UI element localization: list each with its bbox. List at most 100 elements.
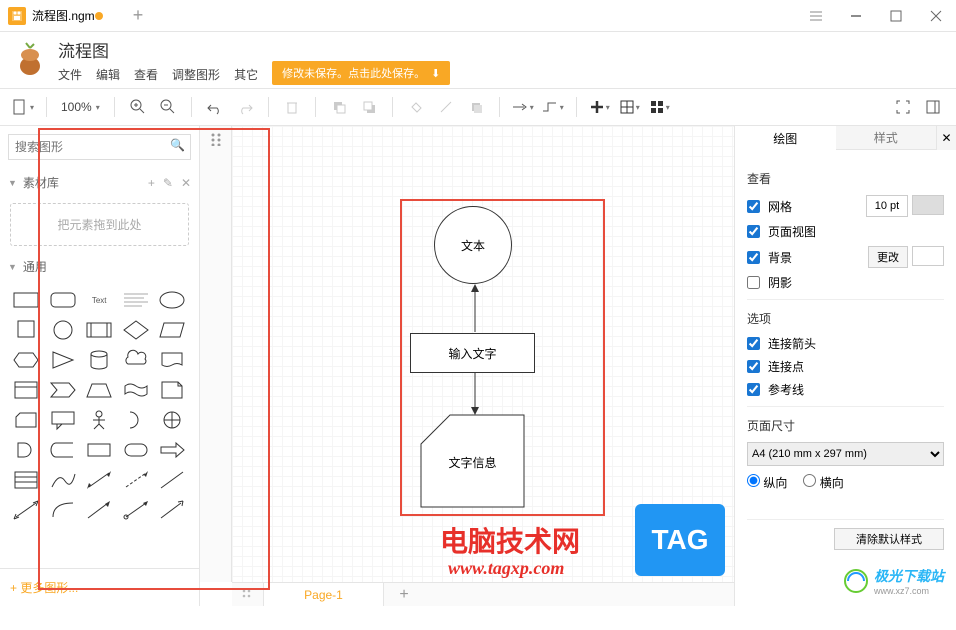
add-page-button[interactable]: + xyxy=(384,583,424,606)
shape-arrow-thin[interactable] xyxy=(83,497,115,523)
insert-button[interactable] xyxy=(587,94,613,120)
shape-circle[interactable] xyxy=(47,317,79,343)
shape-diamond[interactable] xyxy=(120,317,152,343)
shape-callout[interactable] xyxy=(47,407,79,433)
menu-edit[interactable]: 编辑 xyxy=(96,66,120,83)
shape-and[interactable] xyxy=(10,437,42,463)
shape-cloud[interactable] xyxy=(120,347,152,373)
shape-trapezoid[interactable] xyxy=(83,377,115,403)
menu-view[interactable]: 查看 xyxy=(134,66,158,83)
edit-library-icon[interactable]: ✎ xyxy=(163,176,173,190)
canvas-rect-node[interactable]: 输入文字 xyxy=(410,333,535,373)
library-section[interactable]: ▼ 素材库 + ✎ ✕ xyxy=(0,168,199,197)
shape-container[interactable] xyxy=(10,377,42,403)
shape-or[interactable] xyxy=(156,407,188,433)
tab-style[interactable]: 样式 xyxy=(836,126,937,150)
menu-file[interactable]: 文件 xyxy=(58,66,82,83)
shape-roundrect2[interactable] xyxy=(120,437,152,463)
canvas-hex-node[interactable]: 文字信息 xyxy=(420,414,525,511)
menu-icon[interactable] xyxy=(796,2,836,30)
shape-ellipse[interactable] xyxy=(156,287,188,313)
tab-name[interactable]: 流程图.ngm xyxy=(32,7,95,24)
shape-arc[interactable] xyxy=(47,497,79,523)
more-shapes-button[interactable]: + 更多图形... xyxy=(0,568,199,606)
drop-zone[interactable]: 把元素拖到此处 xyxy=(10,203,189,246)
landscape-radio-label[interactable]: 横向 xyxy=(803,474,843,491)
general-section[interactable]: ▼ 通用 xyxy=(0,252,199,281)
close-button[interactable] xyxy=(916,2,956,30)
canvas-circle-node[interactable]: 文本 xyxy=(434,206,512,284)
grid-color-swatch[interactable] xyxy=(912,195,944,215)
shape-roundrect[interactable] xyxy=(47,287,79,313)
maximize-button[interactable] xyxy=(876,2,916,30)
portrait-radio[interactable] xyxy=(747,474,760,487)
shape-rect[interactable] xyxy=(10,287,42,313)
shape-text[interactable]: Text xyxy=(83,287,115,313)
shape-note[interactable] xyxy=(156,377,188,403)
shape-rect2[interactable] xyxy=(83,437,115,463)
redo-button[interactable] xyxy=(232,94,258,120)
guide-checkbox[interactable] xyxy=(747,383,760,396)
page-setup-button[interactable] xyxy=(10,94,36,120)
outline-toggle[interactable] xyxy=(200,126,232,582)
bg-checkbox[interactable] xyxy=(747,251,760,264)
shape-actor[interactable] xyxy=(83,407,115,433)
page-size-select[interactable]: A4 (210 mm x 297 mm) xyxy=(747,442,944,466)
shape-arrow-bi[interactable] xyxy=(83,467,115,493)
shape-list[interactable] xyxy=(10,467,42,493)
shape-cylinder[interactable] xyxy=(83,347,115,373)
shape-tape[interactable] xyxy=(120,377,152,403)
shape-datastore[interactable] xyxy=(47,437,79,463)
table-button[interactable] xyxy=(617,94,643,120)
shape-arrow-big[interactable] xyxy=(156,437,188,463)
close-library-icon[interactable]: ✕ xyxy=(181,176,191,190)
waypoint-button[interactable] xyxy=(540,94,566,120)
canvas[interactable]: 文本 输入文字 文字信息 电脑技术网 www.tagxp.com TAG Pag… xyxy=(200,126,734,606)
grid-size-input[interactable] xyxy=(866,195,908,217)
conn-point-checkbox[interactable] xyxy=(747,360,760,373)
shape-card[interactable] xyxy=(10,407,42,433)
canvas-arrow-1[interactable] xyxy=(470,284,480,334)
shape-triangle[interactable] xyxy=(47,347,79,373)
zoom-out-button[interactable] xyxy=(155,94,181,120)
pageview-checkbox[interactable] xyxy=(747,225,760,238)
connector-button[interactable] xyxy=(510,94,536,120)
format-panel-button[interactable] xyxy=(920,94,946,120)
shadow-checkbox[interactable] xyxy=(747,276,760,289)
canvas-arrow-2[interactable] xyxy=(470,373,480,415)
clear-default-button[interactable]: 清除默认样式 xyxy=(834,528,944,550)
minimize-button[interactable] xyxy=(836,2,876,30)
add-library-icon[interactable]: + xyxy=(148,176,155,190)
add-tab-button[interactable]: + xyxy=(123,5,154,26)
grid-checkbox[interactable] xyxy=(747,200,760,213)
shape-line-bi[interactable] xyxy=(10,497,42,523)
menu-adjust[interactable]: 调整图形 xyxy=(172,66,220,83)
bg-change-button[interactable]: 更改 xyxy=(868,246,908,268)
shape-link[interactable] xyxy=(120,497,152,523)
grid-button[interactable] xyxy=(647,94,673,120)
search-input[interactable] xyxy=(8,134,191,160)
shape-arrow-out[interactable] xyxy=(156,497,188,523)
landscape-radio[interactable] xyxy=(803,474,816,487)
save-banner[interactable]: 修改未保存。点击此处保存。 ⬇ xyxy=(272,61,450,85)
shape-para[interactable] xyxy=(120,287,152,313)
portrait-radio-label[interactable]: 纵向 xyxy=(747,474,787,491)
shape-halfcircle-right[interactable] xyxy=(120,407,152,433)
tab-draw[interactable]: 绘图 xyxy=(735,126,836,150)
page-tab-1[interactable]: Page-1 xyxy=(264,583,384,606)
zoom-level[interactable]: 100%▾ xyxy=(57,100,104,114)
conn-arrow-checkbox[interactable] xyxy=(747,337,760,350)
shadow-button[interactable] xyxy=(463,94,489,120)
line-color-button[interactable] xyxy=(433,94,459,120)
fill-color-button[interactable] xyxy=(403,94,429,120)
shape-hexagon[interactable] xyxy=(10,347,42,373)
menu-other[interactable]: 其它 xyxy=(234,66,258,83)
fullscreen-button[interactable] xyxy=(890,94,916,120)
shape-parallelogram[interactable] xyxy=(156,317,188,343)
shape-line[interactable] xyxy=(156,467,188,493)
shape-process[interactable] xyxy=(83,317,115,343)
to-back-button[interactable] xyxy=(356,94,382,120)
shape-step[interactable] xyxy=(47,377,79,403)
close-panel-button[interactable]: ✕ xyxy=(936,126,956,150)
zoom-in-button[interactable] xyxy=(125,94,151,120)
